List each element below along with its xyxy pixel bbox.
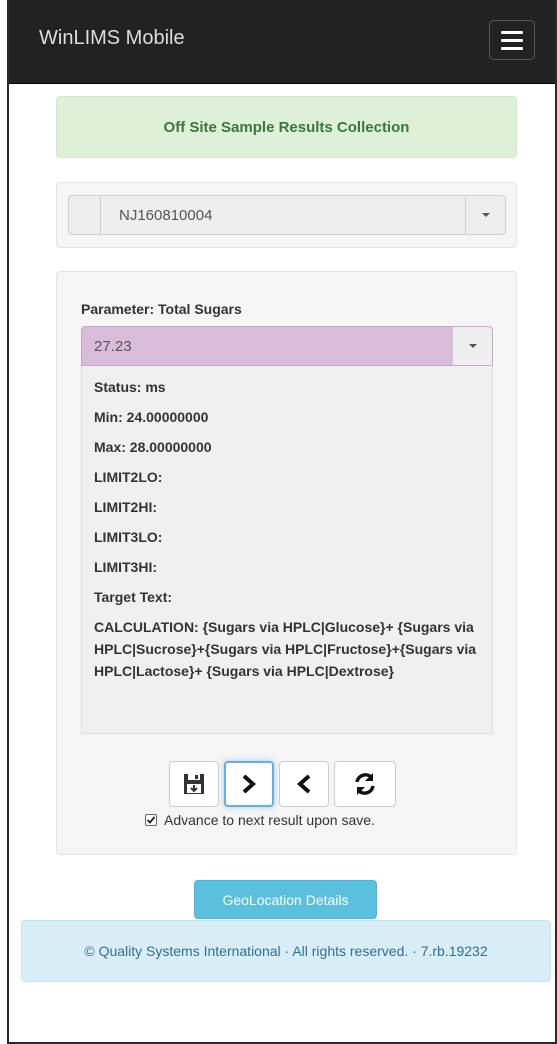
- sample-select[interactable]: NJ160810004: [68, 195, 506, 235]
- parameter-label: Parameter: Total Sugars: [81, 301, 242, 317]
- sample-select-value: NJ160810004: [119, 207, 213, 224]
- footer: © Quality Systems International · All ri…: [21, 920, 551, 982]
- checkmark-icon: [146, 816, 156, 824]
- sample-select-addon: [69, 196, 101, 234]
- save-icon: [184, 774, 204, 794]
- detail-limit2lo: LIMIT2LO:: [94, 469, 163, 485]
- hamburger-menu-icon: [501, 30, 523, 34]
- detail-min: Min: 24.00000000: [94, 409, 209, 425]
- refresh-button[interactable]: [334, 761, 396, 807]
- save-button[interactable]: [169, 761, 219, 807]
- hamburger-menu-icon: [501, 38, 523, 42]
- menu-toggle-button[interactable]: [489, 20, 535, 60]
- detail-limit3lo: LIMIT3LO:: [94, 529, 163, 545]
- refresh-icon: [355, 773, 375, 795]
- advance-option: Advance to next result upon save.: [145, 812, 375, 828]
- result-value: 27.23: [94, 338, 132, 355]
- advance-label: Advance to next result upon save.: [164, 812, 375, 828]
- next-result-button[interactable]: [224, 761, 274, 807]
- advance-checkbox[interactable]: [145, 814, 157, 826]
- brand-title[interactable]: WinLIMS Mobile: [39, 27, 185, 50]
- navbar: WinLIMS Mobile: [9, 0, 555, 84]
- caret-down-icon: [481, 213, 490, 217]
- detail-calculation: CALCULATION: {Sugars via HPLC|Glucose}+ …: [94, 619, 477, 679]
- chevron-left-icon: [296, 774, 311, 794]
- detail-max: Max: 28.00000000: [94, 439, 212, 455]
- hamburger-menu-icon: [501, 46, 523, 50]
- caret-down-icon: [468, 344, 477, 348]
- app-frame: WinLIMS Mobile Off Site Sample Results C…: [7, 0, 557, 1044]
- result-details: Status: ms Min: 24.00000000 Max: 28.0000…: [81, 366, 493, 734]
- result-entry-panel: Parameter: Total Sugars 27.23 Status: ms…: [56, 271, 517, 855]
- result-toolbar: [169, 761, 396, 807]
- result-value-dropdown-button[interactable]: [452, 327, 492, 365]
- detail-limit2hi: LIMIT2HI:: [94, 499, 157, 515]
- geolocation-details-button[interactable]: GeoLocation Details: [194, 880, 377, 919]
- detail-target-text: Target Text:: [94, 589, 173, 605]
- page-title-alert: Off Site Sample Results Collection: [56, 96, 517, 158]
- sample-select-dropdown-button[interactable]: [465, 196, 505, 234]
- detail-status: Status: ms: [94, 379, 166, 395]
- chevron-right-icon: [242, 774, 257, 794]
- result-value-select[interactable]: 27.23: [81, 326, 493, 366]
- detail-limit3hi: LIMIT3HI:: [94, 559, 157, 575]
- sample-select-panel: NJ160810004: [56, 182, 517, 248]
- previous-result-button[interactable]: [279, 761, 329, 807]
